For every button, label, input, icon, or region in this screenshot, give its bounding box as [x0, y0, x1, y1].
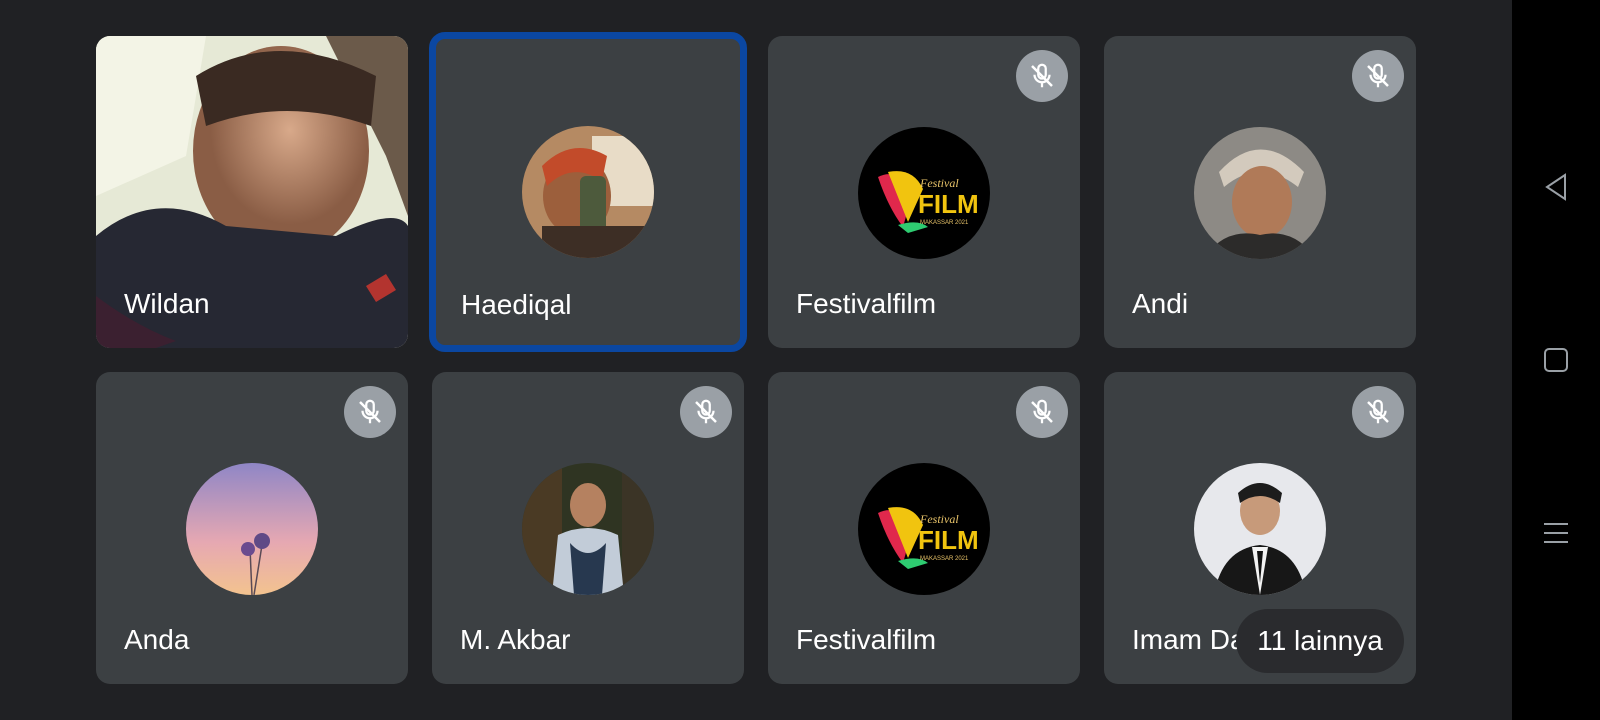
- flower-avatar-photo: [186, 463, 318, 595]
- avatar: [522, 463, 654, 595]
- avatar: Festival FILM MAKASSAR 2021: [858, 127, 990, 259]
- avatar: [1194, 463, 1326, 595]
- home-square-icon: [1544, 348, 1568, 372]
- avatar: Festival FILM MAKASSAR 2021: [858, 463, 990, 595]
- mic-off-icon: [680, 386, 732, 438]
- menu-lines-icon: [1544, 523, 1568, 543]
- mic-off-icon: [1016, 50, 1068, 102]
- participant-tile-festivalfilm[interactable]: Festival FILM MAKASSAR 2021 Festivalfilm: [768, 36, 1080, 348]
- person-avatar-photo: [522, 463, 654, 595]
- participant-name: Haediqal: [461, 289, 572, 320]
- participant-name: Festivalfilm: [796, 288, 937, 319]
- avatar: [186, 463, 318, 595]
- avatar: [1194, 127, 1326, 259]
- logo-text-sub: MAKASSAR 2021: [920, 220, 969, 226]
- system-navigation-bar: [1512, 0, 1600, 720]
- more-participants-button[interactable]: 11 lainnya: [1236, 609, 1404, 673]
- participant-tile-haediqal[interactable]: Haediqal: [429, 32, 747, 352]
- participant-tile-wildan[interactable]: Wildan: [96, 36, 408, 348]
- logo-text-top: Festival: [919, 176, 959, 190]
- participant-name: M. Akbar: [460, 624, 571, 655]
- person-avatar-photo: [1194, 127, 1326, 259]
- festival-film-logo: Festival FILM MAKASSAR 2021: [858, 127, 990, 259]
- back-triangle-icon: [1545, 173, 1566, 201]
- logo-text-main: FILM: [918, 189, 979, 219]
- person-avatar-photo: [522, 126, 654, 258]
- recents-button[interactable]: [1531, 508, 1581, 558]
- mic-off-icon: [1352, 386, 1404, 438]
- mic-off-icon: [344, 386, 396, 438]
- participant-name: Andi: [1132, 288, 1189, 319]
- participant-tile-m-akbar[interactable]: M. Akbar: [432, 372, 744, 684]
- mic-off-icon: [1352, 50, 1404, 102]
- participant-tile-anda[interactable]: Anda: [96, 372, 408, 684]
- back-button[interactable]: [1531, 162, 1581, 212]
- logo-text-sub: MAKASSAR 2021: [920, 556, 969, 562]
- mic-off-icon: [1016, 386, 1068, 438]
- participant-name: Wildan: [124, 288, 210, 319]
- participant-tile-festivalfilm-2[interactable]: Festival FILM MAKASSAR 2021 Festivalfilm: [768, 372, 1080, 684]
- meeting-grid: Wildan Haediqal Festival FILM MAKASSAR 2…: [0, 0, 1512, 720]
- logo-text-top: Festival: [919, 512, 959, 526]
- participant-tile-andi[interactable]: Andi: [1104, 36, 1416, 348]
- participant-name: Anda: [124, 624, 190, 655]
- avatar: [522, 126, 654, 258]
- person-avatar-photo: [1194, 463, 1326, 595]
- home-button[interactable]: [1531, 335, 1581, 385]
- logo-text-main: FILM: [918, 525, 979, 555]
- participant-name: Festivalfilm: [796, 624, 937, 655]
- festival-film-logo: Festival FILM MAKASSAR 2021: [858, 463, 990, 595]
